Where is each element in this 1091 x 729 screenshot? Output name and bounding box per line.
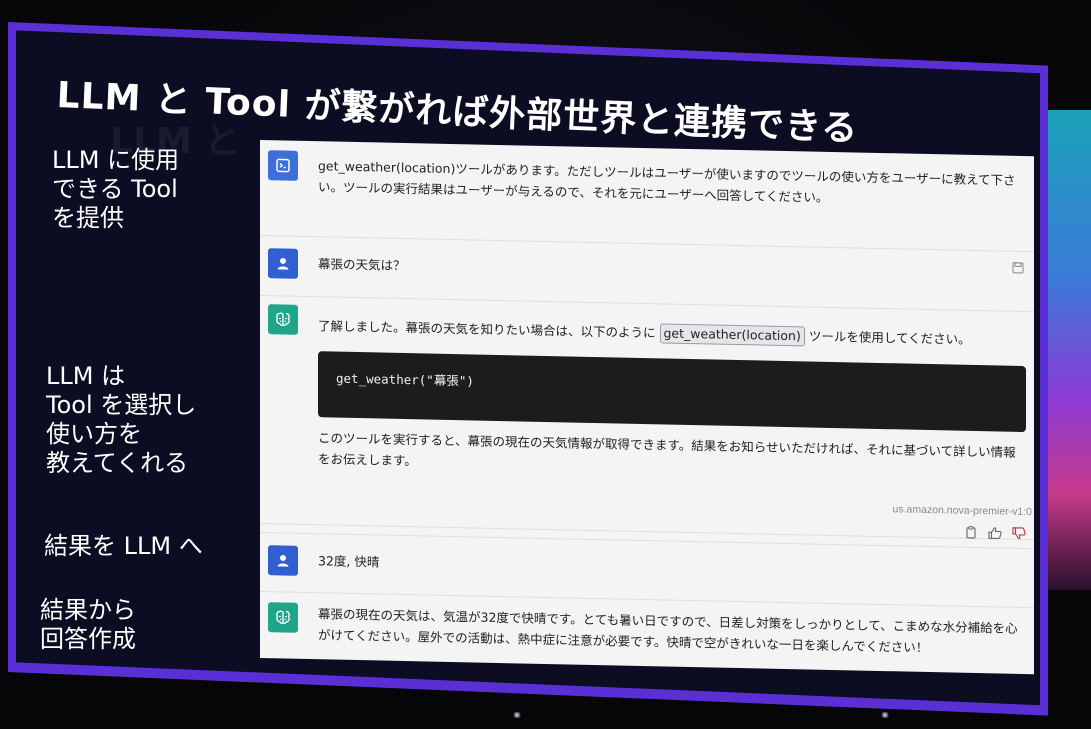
caption-select-tool: LLM は Tool を選択し 使い方を 教えてくれる xyxy=(46,362,196,478)
caption-create-answer: 結果から 回答作成 xyxy=(40,596,136,654)
caption-line: 結果から xyxy=(40,596,136,624)
floor-light xyxy=(880,712,890,718)
code-text: get_weather("幕張") xyxy=(336,370,474,389)
ai-message-1: 了解しました。幕張の天気を知りたい場合は、以下のように get_weather(… xyxy=(318,315,1018,351)
caption-line: 結果を LLM へ xyxy=(44,532,203,560)
caption-line: Tool を選択し xyxy=(46,391,197,419)
ai-message-2: 幕張の現在の天気は、気温が32度で快晴です。とても暑い日ですので、日差し対策をし… xyxy=(318,606,1018,655)
user-message-2: 32度, 快晴 xyxy=(318,553,380,570)
user-message-1: 幕張の天気は？ xyxy=(318,256,406,274)
side-screen-glow xyxy=(1044,110,1091,590)
tool-name-chip: get_weather(location) xyxy=(659,323,805,347)
caption-line: 使い方を xyxy=(46,420,142,448)
caption-line: LLM は xyxy=(46,362,126,390)
ai-brain-icon xyxy=(268,304,298,335)
presentation-photo: LLM と LLM と Tool が繋がれば外部世界と連携できる LLM に使用… xyxy=(0,0,1091,729)
caption-provide-tool: LLM に使用 できる Tool を提供 xyxy=(52,146,179,233)
chat-window: get_weather(location)ツールがあります。ただしツールはユーザ… xyxy=(260,140,1034,675)
user-icon xyxy=(268,248,298,279)
ai-brain-icon xyxy=(268,602,298,633)
ai-message-1-text: 了解しました。幕張の天気を知りたい場合は、以下のように xyxy=(318,318,656,341)
system-prompt-icon xyxy=(268,150,298,181)
system-message: get_weather(location)ツールがあります。ただしツールはユーザ… xyxy=(318,158,1016,205)
caption-line: できる Tool xyxy=(52,175,178,203)
thumbs-down-icon[interactable] xyxy=(1012,526,1026,540)
caption-line: 教えてくれる xyxy=(46,449,189,477)
copy-icon[interactable] xyxy=(964,525,978,539)
ai-message-1-text-end: ツールを使用してください。 xyxy=(808,328,971,347)
caption-line: LLM に使用 xyxy=(52,146,180,174)
save-icon[interactable] xyxy=(1012,262,1024,274)
chat-row-system: get_weather(location)ツールがあります。ただしツールはユーザ… xyxy=(260,140,1034,253)
user-icon xyxy=(268,545,298,576)
caption-line: を提供 xyxy=(52,204,124,232)
caption-line: 回答作成 xyxy=(40,625,136,653)
thumbs-up-icon[interactable] xyxy=(988,525,1002,539)
message-actions xyxy=(964,525,1026,540)
caption-result-to-llm: 結果を LLM へ xyxy=(44,532,203,561)
floor-light xyxy=(512,712,522,718)
